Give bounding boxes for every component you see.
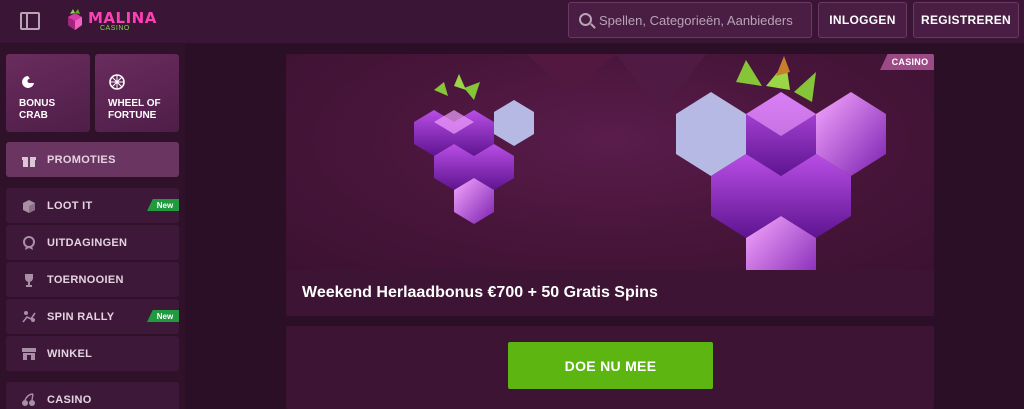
sidebar-item-label: SPIN RALLY <box>47 310 115 323</box>
tile-wheel-of-fortune[interactable]: WHEEL OF FORTUNE <box>95 54 179 132</box>
sidebar-item-label: PROMOTIES <box>47 153 116 166</box>
rally-icon <box>22 310 36 322</box>
sidebar-item-label: WINKEL <box>47 347 93 360</box>
login-button[interactable]: INLOGGEN <box>818 2 907 38</box>
sidebar-item-promoties[interactable]: PROMOTIES <box>6 142 179 177</box>
logo-subtitle: CASINO <box>100 25 130 32</box>
gift-icon <box>22 156 36 167</box>
promo-card[interactable]: CASINO Weekend Herlaadbonus €700 + 50 Gr… <box>286 54 934 316</box>
tile-label: WHEEL OF FORTUNE <box>108 98 161 121</box>
sidebar-item-label: CASINO <box>47 393 92 406</box>
sidebar-item-winkel[interactable]: WINKEL <box>6 336 179 371</box>
trophy-icon <box>25 273 33 287</box>
tile-label: BONUS CRAB <box>19 98 56 121</box>
raspberry-illustration <box>414 54 886 292</box>
shop-icon <box>22 347 36 360</box>
new-badge: New <box>147 310 179 322</box>
sidebar-item-label: LOOT IT <box>47 199 93 212</box>
sidebar-item-toernooien[interactable]: TOERNOOIEN <box>6 262 179 297</box>
search-input[interactable] <box>599 3 809 37</box>
sidebar-item-label: TOERNOOIEN <box>47 273 124 286</box>
sidebar: BONUS CRAB WHEEL OF FORTUNE PROMOTIES LO… <box>0 44 185 409</box>
cherry-icon <box>22 392 35 406</box>
raspberry-logo-icon <box>68 9 82 30</box>
casino-tag: CASINO <box>880 54 934 70</box>
sidebar-item-label: UITDAGINGEN <box>47 236 128 249</box>
tile-bonus-crab[interactable]: BONUS CRAB <box>6 54 90 132</box>
crab-claw-icon <box>22 76 34 88</box>
sidebar-item-loot-it[interactable]: LOOT IT New <box>6 188 179 223</box>
search-icon <box>579 13 592 26</box>
main-content: CASINO Weekend Herlaadbonus €700 + 50 Gr… <box>185 44 1024 409</box>
search-box[interactable] <box>568 2 812 38</box>
register-button[interactable]: REGISTREREN <box>913 2 1019 38</box>
promo-banner: CASINO <box>286 54 934 292</box>
top-bar: MALINA CASINO INLOGGEN REGISTREREN <box>0 0 1024 44</box>
logo[interactable]: MALINA CASINO <box>62 6 156 36</box>
promo-title: Weekend Herlaadbonus €700 + 50 Gratis Sp… <box>302 284 658 301</box>
cta-card: DOE NU MEE <box>286 326 934 409</box>
loot-box-icon <box>23 199 35 213</box>
new-badge: New <box>147 199 179 211</box>
sidebar-item-uitdagingen[interactable]: UITDAGINGEN <box>6 225 179 260</box>
medal-icon <box>23 235 35 250</box>
sidebar-toggle-icon[interactable] <box>20 12 40 30</box>
sidebar-item-spin-rally[interactable]: SPIN RALLY New <box>6 299 179 334</box>
sidebar-item-casino[interactable]: CASINO <box>6 382 179 409</box>
wheel-icon <box>109 74 125 90</box>
join-now-button[interactable]: DOE NU MEE <box>508 342 713 389</box>
